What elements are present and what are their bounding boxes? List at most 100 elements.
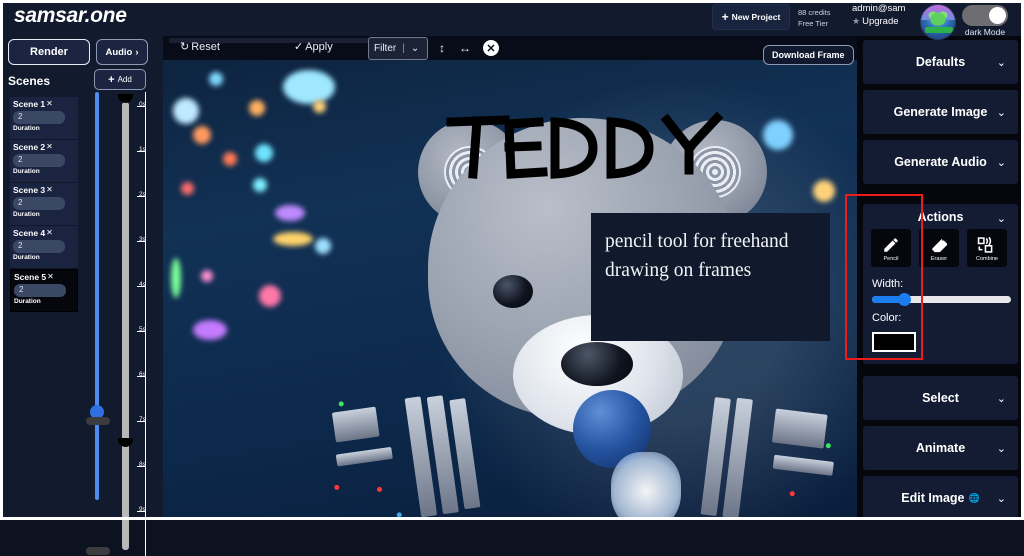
- filter-select[interactable]: Filter | ⌄: [368, 37, 428, 60]
- app-logo[interactable]: samsar.one: [14, 4, 127, 28]
- chevron-down-icon: ⌄: [996, 106, 1006, 119]
- bokeh-light: [201, 270, 213, 282]
- section-select[interactable]: Select ⌄: [863, 376, 1018, 420]
- globe-icon: 🌐: [968, 492, 980, 503]
- combine-tool-button[interactable]: Combine: [967, 229, 1007, 267]
- reset-button[interactable]: ↻ Reset: [180, 40, 220, 54]
- combine-icon: [977, 235, 997, 255]
- eraser-tool-button[interactable]: Eraser: [919, 229, 959, 267]
- add-label: Add: [117, 75, 132, 84]
- scene-item[interactable]: Scene 2 ✕ 2 Duration: [10, 140, 78, 183]
- chevron-down-icon[interactable]: ⌄: [997, 212, 1006, 225]
- width-slider[interactable]: [872, 293, 1011, 306]
- toggle-knob: [989, 7, 1006, 24]
- close-circle-icon[interactable]: ✕: [483, 40, 499, 56]
- bokeh-light: [763, 120, 793, 150]
- section-generate-audio[interactable]: Generate Audio ⌄: [863, 140, 1018, 184]
- slider-cap-bottom[interactable]: [86, 547, 110, 555]
- timeline-ruler[interactable]: 0s 1s 2s 3s 4s 5s 6s 7s 8s 9s: [118, 92, 162, 556]
- apply-label: Apply: [305, 40, 333, 53]
- scene-duration-label: Duration: [13, 168, 40, 175]
- scene-duration-input[interactable]: 2: [13, 154, 65, 167]
- robot-arm-left: [307, 366, 520, 520]
- render-button[interactable]: Render: [8, 39, 90, 65]
- section-defaults[interactable]: Defaults ⌄: [863, 40, 1018, 84]
- scene-item[interactable]: Scene 1 ✕ 2 Duration: [10, 97, 78, 140]
- avatar[interactable]: [920, 4, 956, 40]
- upgrade-link[interactable]: ★ Upgrade: [852, 15, 905, 28]
- resize-vertical-icon[interactable]: ↕: [439, 41, 445, 55]
- scene-item[interactable]: Scene 4 ✕ 2 Duration: [10, 226, 78, 269]
- eraser-label: Eraser: [930, 255, 948, 262]
- download-frame-button[interactable]: Download Frame: [763, 45, 854, 65]
- timeline-tick-label: 4s: [139, 281, 146, 288]
- avatar-band: [925, 27, 953, 33]
- combine-label: Combine: [975, 255, 998, 262]
- chip: [771, 408, 828, 449]
- avatar-art: [930, 12, 946, 26]
- section-edit-image[interactable]: Edit Image 🌐 ⌄: [863, 476, 1018, 520]
- bokeh-light: [171, 258, 181, 298]
- timeline-tick-label: 3s: [139, 236, 146, 243]
- star-icon: ★: [852, 16, 861, 26]
- close-icon[interactable]: ✕: [46, 185, 53, 194]
- section-title: Generate Image: [893, 105, 988, 119]
- upgrade-label: Upgrade: [862, 16, 899, 27]
- scene-name: Scene 1: [13, 99, 46, 109]
- scene-scroll-slider[interactable]: [84, 92, 110, 555]
- apply-button[interactable]: ✓ Apply: [294, 40, 333, 54]
- color-swatch[interactable]: [872, 332, 916, 352]
- section-title: Edit Image: [901, 491, 965, 505]
- chevron-down-icon: ⌄: [996, 156, 1006, 169]
- scene-item[interactable]: Scene 3 ✕ 2 Duration: [10, 183, 78, 226]
- chip: [772, 454, 834, 476]
- credits-count: 88 credits: [798, 8, 831, 17]
- section-title: Defaults: [915, 55, 966, 69]
- scene-duration-label: Duration: [13, 211, 40, 218]
- chevron-down-icon: ⌄: [996, 442, 1006, 455]
- scene-name: Scene 4: [13, 228, 46, 238]
- pencil-label: Pencil: [883, 255, 899, 262]
- pencil-tool-button[interactable]: Pencil: [871, 229, 911, 267]
- dark-mode-toggle[interactable]: [962, 5, 1008, 26]
- chevron-down-icon: ⌄: [996, 492, 1006, 505]
- top-bar: samsar.one + New Project 88 credits Free…: [0, 0, 1024, 40]
- annotation-tooltip: pencil tool for freehand drawing on fram…: [591, 213, 830, 341]
- add-scene-button[interactable]: + Add: [94, 69, 146, 90]
- timeline-bar: [122, 102, 129, 550]
- bear-eye-left: [493, 275, 533, 308]
- timeline-tick-label: 8s: [139, 461, 146, 468]
- bokeh-light: [283, 70, 335, 104]
- timeline-axis: [145, 92, 146, 556]
- close-icon[interactable]: ✕: [46, 228, 53, 237]
- bokeh-light: [193, 126, 211, 144]
- scene-duration-input[interactable]: 2: [13, 111, 65, 124]
- resize-horizontal-icon[interactable]: ↔: [459, 41, 471, 55]
- close-icon[interactable]: ✕: [46, 99, 53, 108]
- section-actions[interactable]: Actions ⌄ Pencil Eraser Combine Width: C…: [863, 204, 1018, 364]
- led: [338, 401, 345, 407]
- eraser-icon: [930, 235, 948, 255]
- timeline-handle-start[interactable]: [118, 94, 133, 103]
- audio-button[interactable]: Audio ›: [96, 39, 148, 65]
- section-generate-image[interactable]: Generate Image ⌄: [863, 90, 1018, 134]
- pencil-icon: [882, 235, 900, 255]
- timeline-handle-end[interactable]: [118, 438, 133, 447]
- bokeh-light: [181, 182, 194, 195]
- scene-duration-input[interactable]: 2: [13, 197, 65, 210]
- section-animate[interactable]: Animate ⌄: [863, 426, 1018, 470]
- scene-duration-input[interactable]: 2: [14, 284, 66, 297]
- scene-duration-input[interactable]: 2: [13, 240, 65, 253]
- scene-item[interactable]: Scene 5 ✕ 2 Duration: [10, 269, 78, 312]
- slider-cap-top[interactable]: [86, 417, 110, 425]
- led: [376, 486, 383, 493]
- timeline-tick-label: 2s: [139, 191, 146, 198]
- chevron-down-icon: ⌄: [996, 56, 1006, 69]
- close-icon[interactable]: ✕: [46, 142, 53, 151]
- bokeh-light: [275, 205, 305, 221]
- scene-name: Scene 2: [13, 142, 46, 152]
- bokeh-light: [313, 100, 326, 113]
- close-icon[interactable]: ✕: [47, 272, 54, 281]
- slider-knob[interactable]: [898, 293, 911, 306]
- new-project-button[interactable]: + New Project: [712, 4, 790, 30]
